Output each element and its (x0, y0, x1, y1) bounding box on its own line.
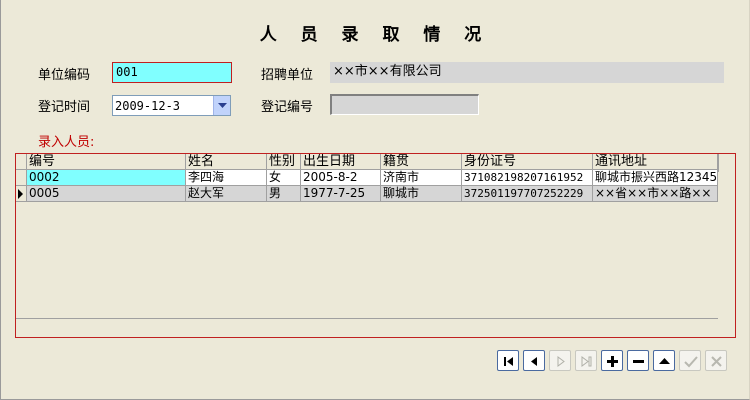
column-header[interactable]: 编号 (27, 154, 186, 170)
table-cell[interactable]: 0005 (27, 186, 186, 202)
table-cell[interactable]: 371082198207161952 (462, 170, 593, 186)
insert-icon (607, 356, 618, 367)
table-row[interactable]: 0005 赵大军 男 1977-7-25 聊城市 372501197707252… (16, 186, 718, 202)
post-icon (684, 356, 698, 368)
table-cell[interactable]: 济南市 (381, 170, 462, 186)
table-cell[interactable]: 2005-8-2 (301, 170, 381, 186)
delete-record-button[interactable] (627, 350, 649, 371)
table-cell[interactable]: 李四海 (186, 170, 267, 186)
recruit-unit-field: ××市××有限公司 (330, 62, 724, 83)
unit-code-label: 单位编码 (38, 68, 91, 83)
current-row-indicator (16, 186, 27, 202)
register-time-value: 2009-12-3 (115, 99, 181, 113)
first-record-icon (504, 357, 513, 366)
grid-scrollbar-track[interactable] (16, 318, 718, 319)
table-cell[interactable]: 1977-7-25 (301, 186, 381, 202)
post-record-button[interactable] (679, 350, 701, 371)
prior-record-icon (531, 357, 537, 366)
last-record-button[interactable] (575, 350, 597, 371)
date-dropdown-button[interactable] (213, 96, 230, 115)
table-row[interactable]: 0002 李四海 女 2005-8-2 济南市 3710821982071619… (16, 170, 718, 186)
table-cell[interactable]: ××省××市××路×× (593, 186, 718, 202)
table-header: 编号 姓名 性别 出生日期 籍贯 身份证号 通讯地址 (16, 154, 718, 170)
table-cell[interactable]: 男 (267, 186, 301, 202)
edit-record-button[interactable] (653, 350, 675, 371)
row-indicator (16, 170, 27, 186)
register-no-field[interactable] (330, 94, 479, 115)
table-cell[interactable]: 0002 (27, 170, 186, 186)
delete-icon (633, 360, 644, 363)
unit-code-field[interactable]: 001 (112, 62, 232, 83)
grid-divider (718, 154, 719, 172)
cancel-icon (711, 356, 722, 367)
register-time-label: 登记时间 (38, 100, 91, 115)
page-title: 人 员 录 取 情 况 (259, 25, 491, 45)
first-record-button[interactable] (497, 350, 519, 371)
column-header[interactable]: 通讯地址 (593, 154, 718, 170)
edit-icon (659, 358, 670, 364)
table-cell[interactable]: 赵大军 (186, 186, 267, 202)
cancel-record-button[interactable] (705, 350, 727, 371)
table-cell[interactable]: 372501197707252229 (462, 186, 593, 202)
current-row-arrow-icon (18, 189, 23, 199)
register-no-label: 登记编号 (261, 100, 314, 115)
next-record-icon (557, 356, 565, 367)
column-header[interactable]: 籍贯 (381, 154, 462, 170)
table-cell[interactable]: 聊城市 (381, 186, 462, 202)
register-time-picker[interactable]: 2009-12-3 (112, 95, 231, 116)
table-cell[interactable]: 女 (267, 170, 301, 186)
insert-record-button[interactable] (601, 350, 623, 371)
column-header[interactable]: 姓名 (186, 154, 267, 170)
recruit-unit-label: 招聘单位 (261, 68, 314, 83)
last-record-icon (581, 356, 592, 367)
table-cell[interactable]: 聊城市振兴西路123456789 (593, 170, 718, 186)
chevron-down-icon (218, 103, 227, 108)
next-record-button[interactable] (549, 350, 571, 371)
column-header[interactable]: 身份证号 (462, 154, 593, 170)
column-header[interactable]: 出生日期 (301, 154, 381, 170)
row-indicator-header (16, 154, 27, 170)
prior-record-button[interactable] (523, 350, 545, 371)
column-header[interactable]: 性别 (267, 154, 301, 170)
personnel-grid[interactable]: 编号 姓名 性别 出生日期 籍贯 身份证号 通讯地址 0002 李四海 女 20… (15, 153, 736, 338)
entered-personnel-label: 录入人员: (38, 135, 95, 150)
